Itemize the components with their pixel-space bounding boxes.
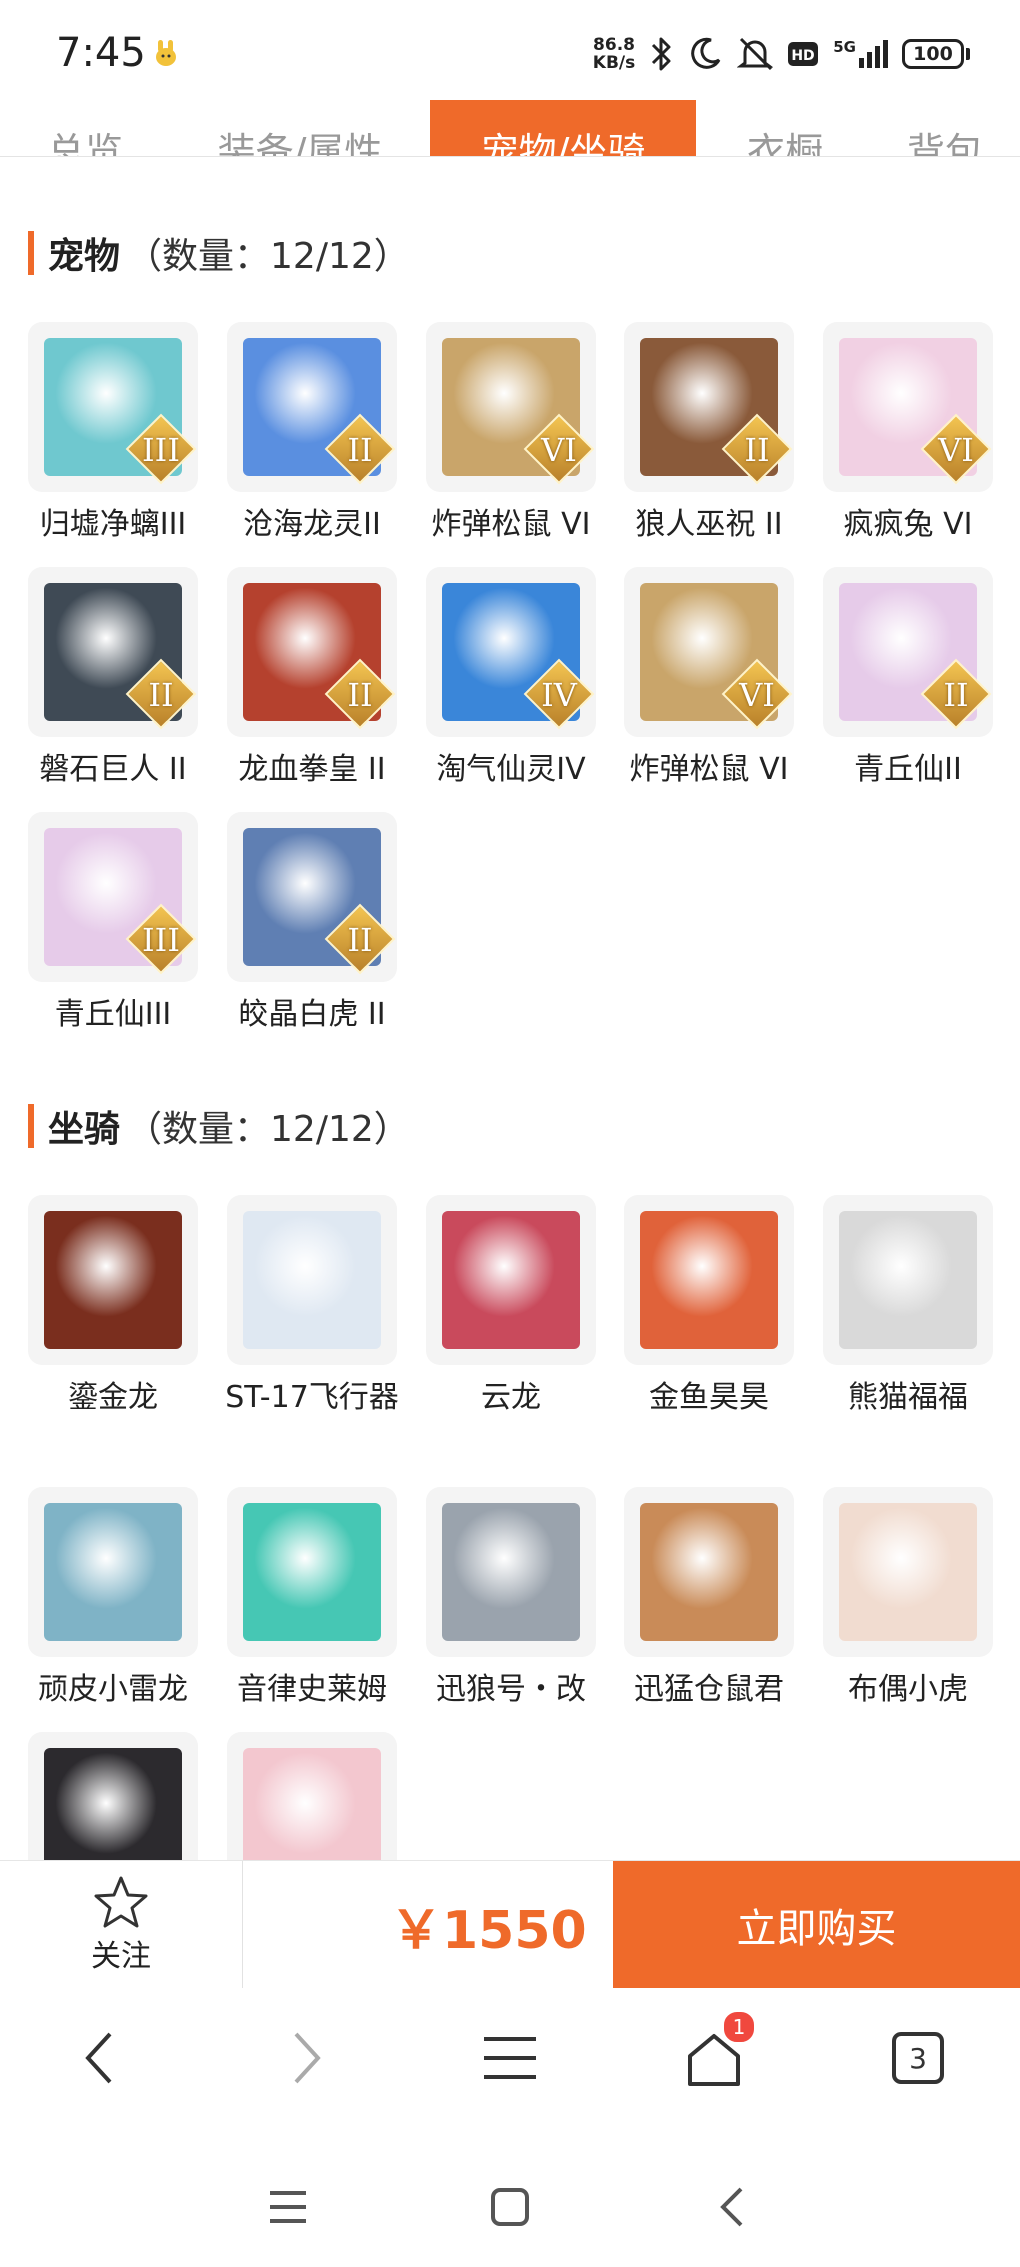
mount-name: 金鱼昊昊 xyxy=(649,1380,769,1415)
mount-item[interactable] xyxy=(227,1732,397,1860)
system-back-button[interactable] xyxy=(702,2177,762,2237)
forward-button[interactable] xyxy=(266,2018,346,2098)
mount-item[interactable]: 顽皮小雷龙 xyxy=(28,1487,198,1713)
mount-image xyxy=(44,1211,182,1349)
mount-name: 布偶小虎 xyxy=(848,1672,968,1707)
notification-badge: 1 xyxy=(722,2010,756,2044)
mount-thumbnail xyxy=(624,1195,794,1365)
mount-image xyxy=(839,1211,977,1349)
mount-image xyxy=(243,1503,381,1641)
mount-image xyxy=(640,1503,778,1641)
mount-thumbnail xyxy=(28,1487,198,1657)
browser-toolbar: 1 3 xyxy=(0,1988,1020,2143)
mount-item[interactable]: 云龙 xyxy=(426,1195,596,1421)
mount-item[interactable] xyxy=(28,1732,198,1860)
follow-button[interactable]: 关注 xyxy=(0,1861,243,1989)
mount-name: 鎏金龙 xyxy=(68,1380,158,1415)
mount-image xyxy=(44,1748,182,1860)
badge-count: 1 xyxy=(732,2015,746,2039)
home-button[interactable]: 1 xyxy=(674,2010,756,2098)
purchase-bar: 关注 ￥1550 立即购买 xyxy=(0,1860,1020,1989)
recents-button[interactable] xyxy=(258,2177,318,2237)
mount-image xyxy=(442,1503,580,1641)
mount-item[interactable]: 迅狼号・改 xyxy=(426,1487,596,1713)
tabs-count-icon: 3 xyxy=(892,2032,944,2084)
mount-thumbnail xyxy=(823,1195,993,1365)
mount-image xyxy=(243,1211,381,1349)
mount-name: 音律史莱姆 xyxy=(237,1672,387,1707)
mount-image xyxy=(243,1748,381,1860)
system-nav-bar xyxy=(0,2143,1020,2267)
system-home-button[interactable] xyxy=(480,2177,540,2237)
chevron-right-icon xyxy=(294,2032,321,2084)
mount-name: 云龙 xyxy=(481,1380,541,1415)
mount-thumbnail xyxy=(28,1732,198,1860)
mount-image xyxy=(44,1503,182,1641)
chevron-left-icon xyxy=(85,2032,112,2084)
star-icon xyxy=(94,1876,148,1928)
mount-thumbnail xyxy=(227,1195,397,1365)
mount-item[interactable]: ST-17飞行器 xyxy=(225,1195,399,1421)
mount-name: 迅猛仓鼠君 xyxy=(634,1672,784,1707)
back-arrow-icon xyxy=(720,2187,743,2227)
tabs-button[interactable]: 3 xyxy=(878,2018,958,2098)
follow-label: 关注 xyxy=(91,1939,151,1974)
mount-thumbnail xyxy=(823,1487,993,1657)
mount-name: 迅狼号・改 xyxy=(436,1672,586,1707)
menu-lines-icon xyxy=(270,2191,306,2223)
mounts-grid: 鎏金龙 ST-17飞行器 云龙 金鱼昊昊 熊猫福福顽皮小雷龙 音律史莱姆 迅狼号・改 迅猛仓鼠… xyxy=(0,0,1020,1860)
mount-thumbnail xyxy=(227,1732,397,1860)
mount-image xyxy=(442,1211,580,1349)
menu-icon xyxy=(484,2037,536,2079)
menu-button[interactable] xyxy=(470,2018,550,2098)
back-button[interactable] xyxy=(60,2018,140,2098)
mount-item[interactable]: 迅猛仓鼠君 xyxy=(624,1487,794,1713)
mount-item[interactable]: 鎏金龙 xyxy=(28,1195,198,1421)
square-icon xyxy=(491,2188,529,2226)
mount-image xyxy=(640,1211,778,1349)
mount-name: ST-17飞行器 xyxy=(225,1380,399,1415)
mount-name: 熊猫福福 xyxy=(848,1380,968,1415)
mount-item[interactable]: 熊猫福福 xyxy=(823,1195,993,1421)
mount-item[interactable]: 布偶小虎 xyxy=(823,1487,993,1713)
mount-thumbnail xyxy=(227,1487,397,1657)
mount-item[interactable]: 音律史莱姆 xyxy=(227,1487,397,1713)
price: ￥1550 xyxy=(390,1900,587,1961)
mount-image xyxy=(839,1503,977,1641)
mount-name: 顽皮小雷龙 xyxy=(38,1672,188,1707)
mount-item[interactable]: 金鱼昊昊 xyxy=(624,1195,794,1421)
mount-thumbnail xyxy=(28,1195,198,1365)
tabs-count: 3 xyxy=(909,2041,927,2075)
mount-thumbnail xyxy=(426,1487,596,1657)
mount-thumbnail xyxy=(624,1487,794,1657)
mount-thumbnail xyxy=(426,1195,596,1365)
buy-now-button[interactable]: 立即购买 xyxy=(613,1861,1020,1989)
